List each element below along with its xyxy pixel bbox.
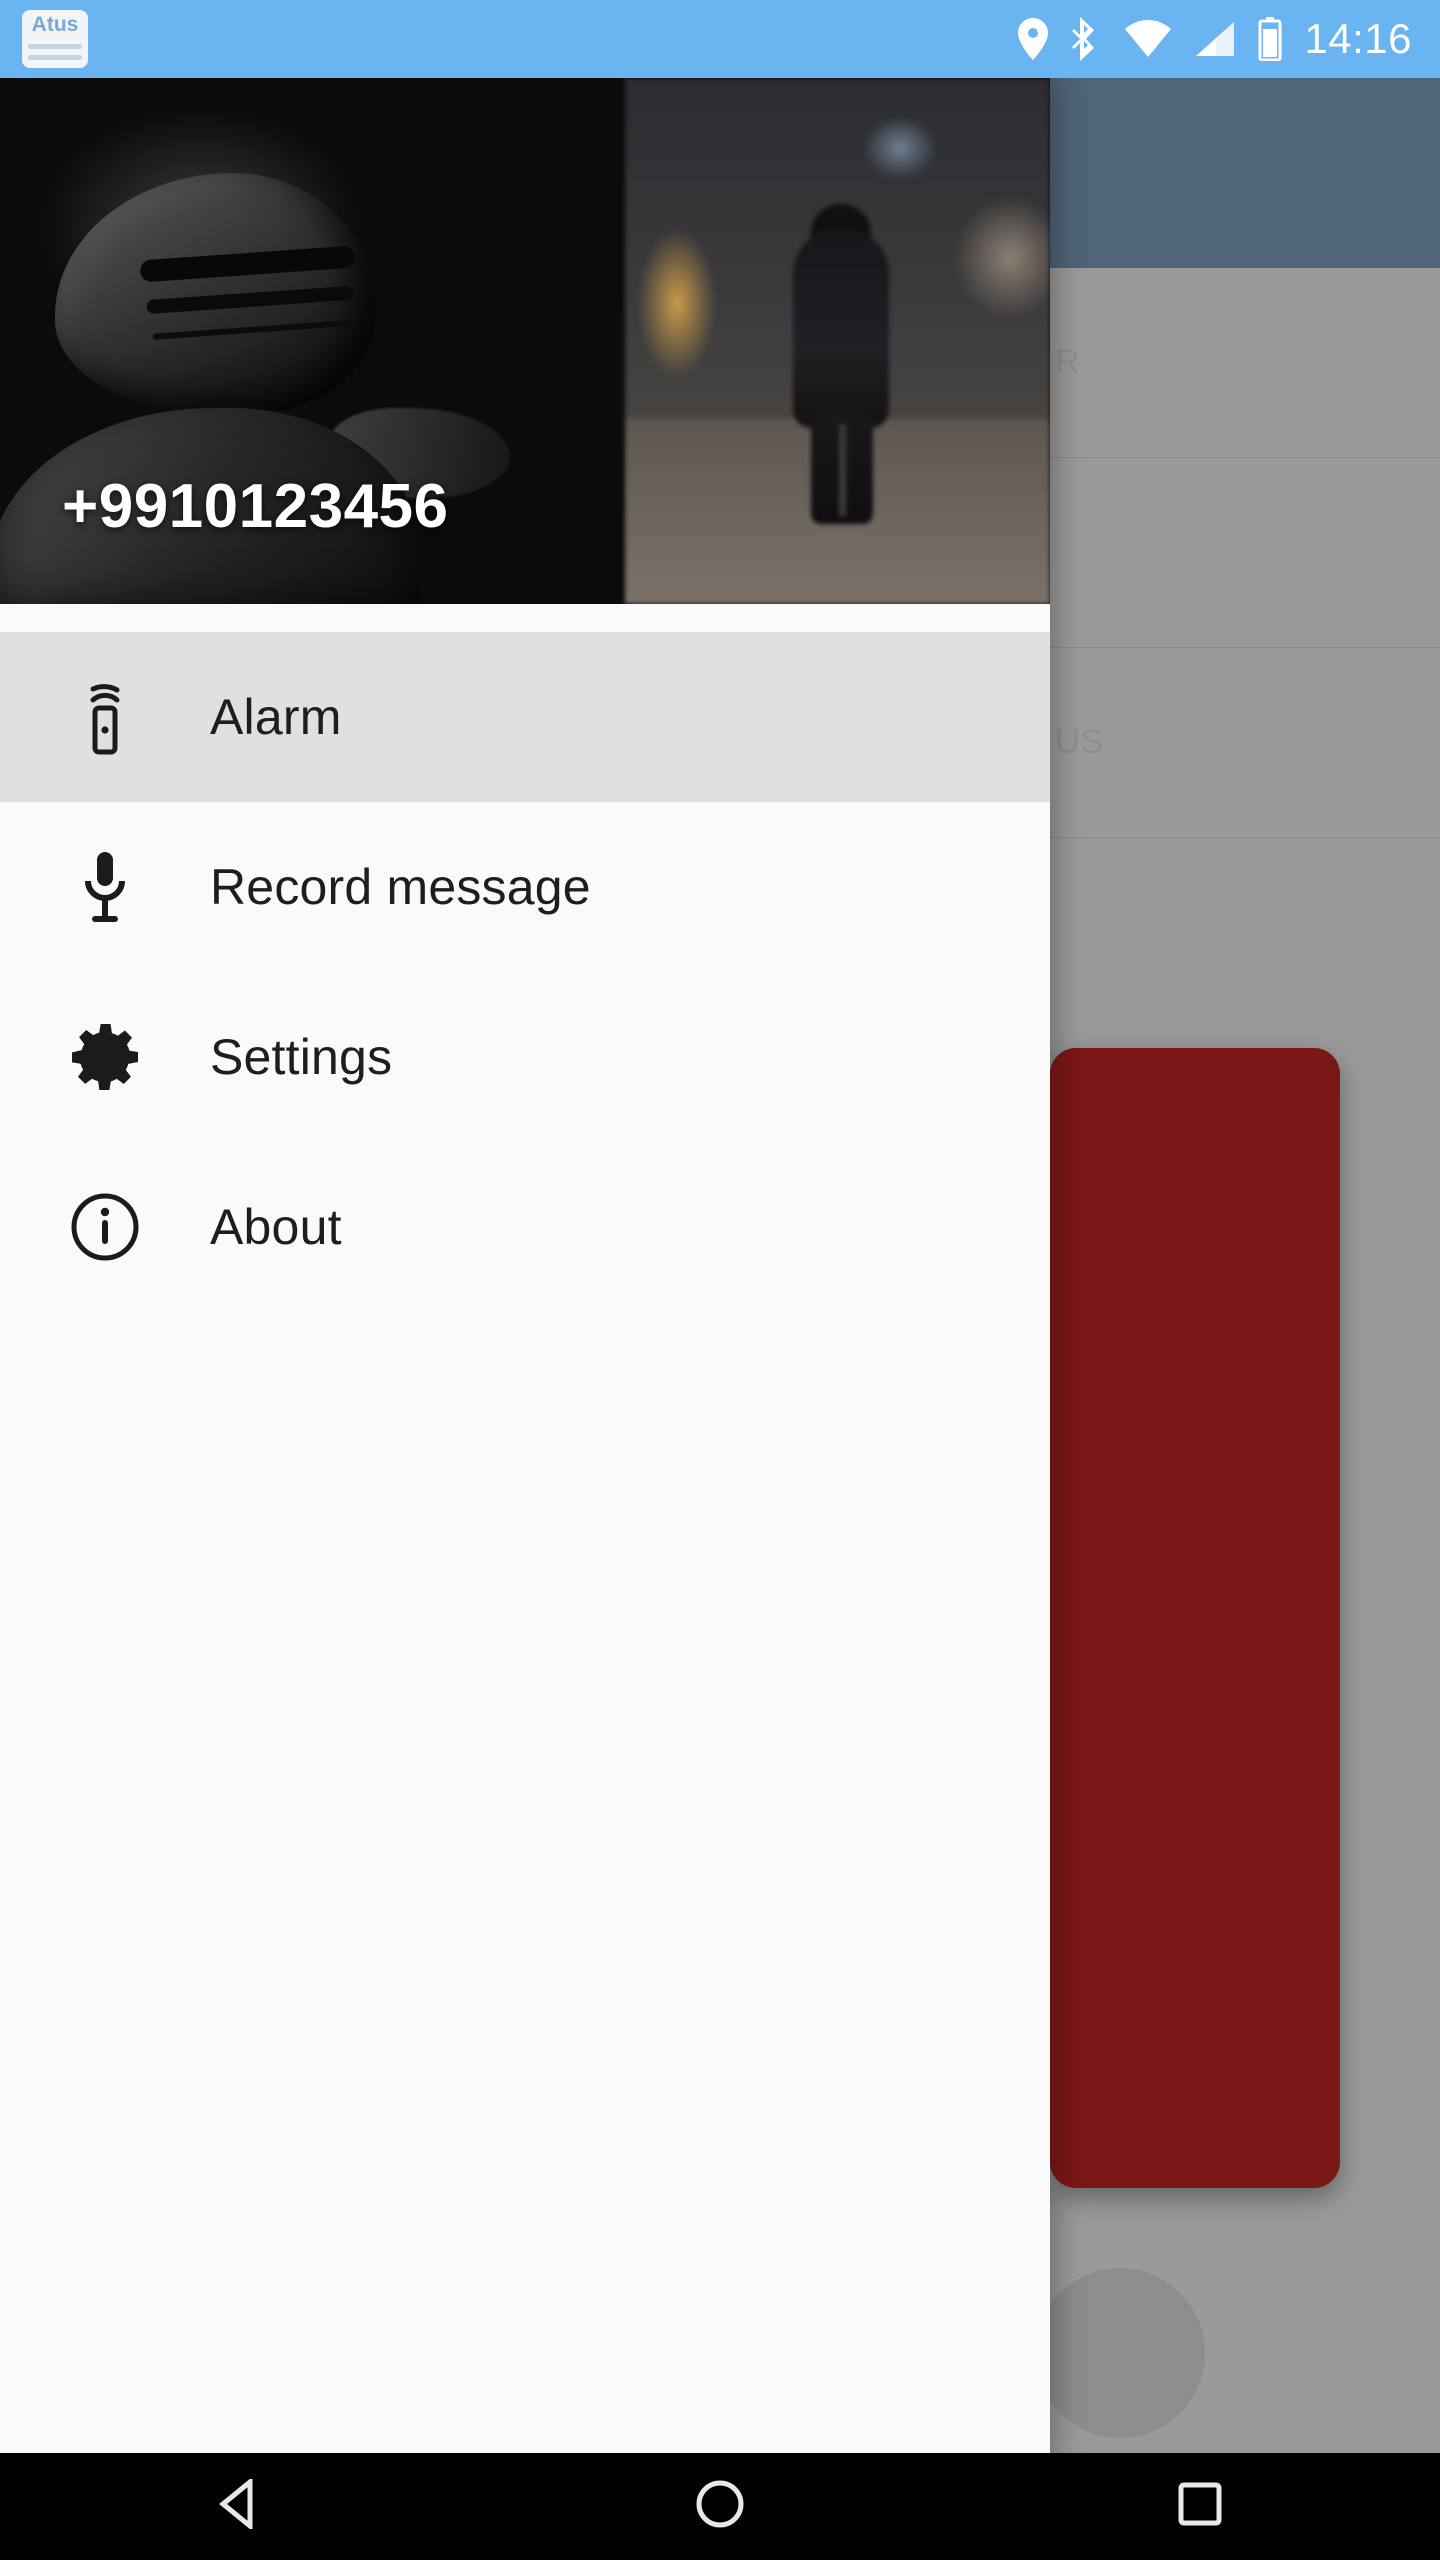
location-pin-icon [1016,18,1050,60]
cell-signal-icon [1194,20,1236,58]
app-icon-badge: Atus [22,10,88,68]
app-icon-badge-label: Atus [31,13,79,36]
status-clock: 14:16 [1304,15,1412,62]
gear-icon [0,1020,210,1094]
circle-home-icon [695,2479,745,2534]
square-recents-icon [1177,2481,1223,2532]
background-fab [1035,2268,1205,2438]
street-glow-right [955,198,1050,318]
list-item-label: R [1055,343,1081,381]
info-circle-icon [0,1190,210,1264]
drawer-phone-number: +9910123456 [62,472,449,541]
nav-recents-button[interactable] [1100,2453,1300,2560]
app-icon-badge-stripe-top [28,44,82,49]
wifi-icon [1124,20,1172,58]
battery-icon [1258,17,1282,61]
alarm-siren-icon [0,678,210,756]
hooded-figure-body [793,228,889,428]
drawer-header-artwork-right [625,78,1050,604]
status-icons: 14:16 [1016,15,1418,63]
drawer-header: +9910123456 [0,78,1050,604]
nav-home-button[interactable] [620,2453,820,2560]
drawer-item-label: Settings [210,1029,393,1085]
drawer-item-alarm[interactable]: Alarm [0,632,1050,802]
drawer-divider [0,604,1050,632]
hooded-figure-legs [811,414,873,524]
drawer-item-record-message[interactable]: Record message [0,802,1050,972]
navigation-drawer: +9910123456 Alarm Record message Setting… [0,78,1050,2463]
status-bar: Atus 14:16 [0,0,1440,78]
drawer-item-label: About [210,1199,342,1255]
drawer-item-settings[interactable]: Settings [0,972,1050,1142]
list-item-label: US [1055,723,1105,761]
drawer-item-label: Record message [210,859,591,915]
triangle-back-icon [216,2476,264,2534]
knight-helmet-shape [55,173,375,413]
street-glow-far [865,118,935,178]
app-icon-badge-stripe-bottom [28,55,82,60]
nav-back-button[interactable] [140,2453,340,2560]
microphone-icon [0,848,210,926]
drawer-item-about[interactable]: About [0,1142,1050,1312]
drawer-item-label: Alarm [210,689,342,745]
bluetooth-icon [1072,17,1102,61]
street-glow-left [637,228,717,378]
background-card [1050,1048,1340,2188]
android-screen: R US +9910123456 Alarm Record message Se… [0,0,1440,2560]
system-nav-bar [0,2453,1440,2560]
